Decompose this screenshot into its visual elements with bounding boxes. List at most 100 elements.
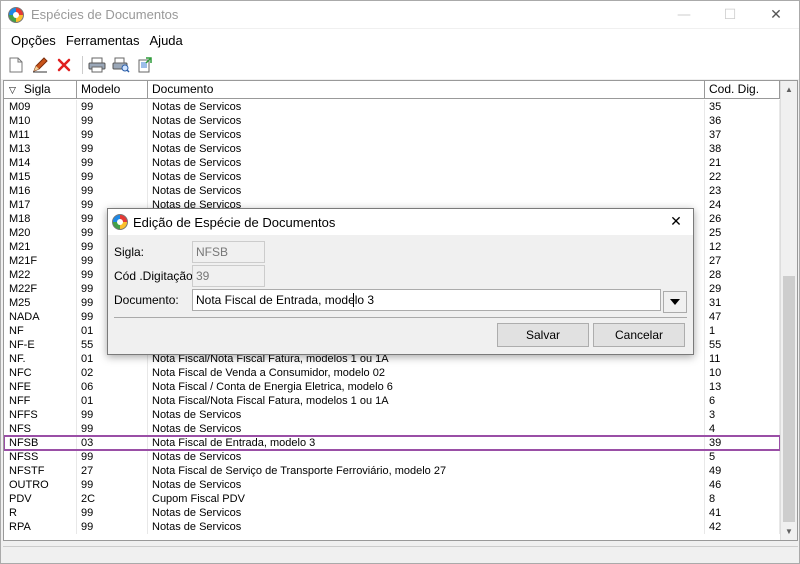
column-header-sigla[interactable]: ▽ Sigla (4, 81, 77, 99)
table-row[interactable]: NFFS 99 Notas de Servicos 3 (4, 408, 780, 422)
cell-sigla: R (4, 506, 77, 520)
toolbar (1, 51, 799, 79)
print-preview-icon[interactable] (111, 55, 131, 75)
title-bar: Espécies de Documentos — ☐ ✕ (1, 1, 799, 28)
cell-cod-dig: 46 (705, 478, 780, 492)
cell-documento: Notas de Servicos (148, 506, 705, 520)
cell-cod-dig: 23 (705, 184, 780, 198)
cell-modelo: 01 (77, 394, 148, 408)
cell-modelo: 99 (77, 478, 148, 492)
cell-cod-dig: 5 (705, 450, 780, 464)
table-row[interactable]: M10 99 Notas de Servicos 36 (4, 114, 780, 128)
table-row-selected[interactable]: NFSB 03 Nota Fiscal de Entrada, modelo 3 39 (4, 435, 781, 451)
scroll-down-icon[interactable]: ▼ (781, 523, 797, 540)
table-row[interactable]: M11 99 Notas de Servicos 37 (4, 128, 780, 142)
cell-modelo: 99 (77, 156, 148, 170)
cell-cod-dig: 29 (705, 282, 780, 296)
text-caret (353, 293, 354, 307)
table-row[interactable]: NFC 02 Nota Fiscal de Venda a Consumidor, … (4, 366, 780, 380)
table-row[interactable]: OUTRO 99 Notas de Servicos 46 (4, 478, 780, 492)
delete-x-icon[interactable] (54, 55, 74, 75)
table-row[interactable]: NFE 06 Nota Fiscal / Conta de Energia Elet… (4, 380, 780, 394)
print-icon[interactable] (87, 55, 107, 75)
maximize-button[interactable]: ☐ (707, 1, 753, 28)
column-header-cod-dig[interactable]: Cod. Dig. (705, 81, 780, 99)
cell-sigla: NF. (4, 352, 77, 366)
cell-sigla: M20 (4, 226, 77, 240)
cell-modelo: 99 (77, 520, 148, 534)
grid-header: ▽ Sigla Modelo Documento Cod. Dig. (4, 81, 780, 99)
table-row[interactable]: M14 99 Notas de Servicos 21 (4, 156, 780, 170)
cell-sigla: M11 (4, 128, 77, 142)
new-document-icon[interactable] (6, 55, 26, 75)
cell-documento: Notas de Servicos (148, 184, 705, 198)
scrollbar-thumb[interactable] (783, 276, 795, 522)
salvar-button[interactable]: Salvar (497, 323, 589, 347)
toolbar-separator (82, 56, 83, 74)
edit-document-species-dialog: Edição de Espécie de Documentos ✕ Sigla:… (107, 208, 694, 355)
cod-digitacao-field[interactable]: 39 (192, 265, 265, 287)
sigla-label: Sigla: (114, 245, 145, 259)
table-row[interactable]: M09 99 Notas de Servicos 35 (4, 100, 780, 114)
cell-cod-dig: 47 (705, 310, 780, 324)
edit-pencil-icon[interactable] (30, 55, 50, 75)
dialog-close-button[interactable]: ✕ (659, 209, 693, 235)
table-row[interactable]: R 99 Notas de Servicos 41 (4, 506, 780, 520)
table-row[interactable]: M15 99 Notas de Servicos 22 (4, 170, 780, 184)
documento-combo[interactable]: Nota Fiscal de Entrada, modelo 3 (192, 289, 661, 311)
cod-digitacao-label: Cód .Digitação: (114, 269, 197, 283)
cell-documento: Nota Fiscal / Conta de Energia Eletrica,… (148, 380, 705, 394)
table-row[interactable]: NFS 99 Notas de Servicos 4 (4, 422, 780, 436)
documento-dropdown-button[interactable] (663, 291, 687, 313)
cell-documento: Notas de Servicos (148, 520, 705, 534)
close-button[interactable]: ✕ (753, 1, 799, 28)
cell-sigla: M22F (4, 282, 77, 296)
sigla-field[interactable]: NFSB (192, 241, 265, 263)
cell-sigla: NFSS (4, 450, 77, 464)
cell-documento: Notas de Servicos (148, 156, 705, 170)
menu-ajuda[interactable]: Ajuda (144, 33, 187, 48)
cell-sigla: M14 (4, 156, 77, 170)
table-row[interactable]: M16 99 Notas de Servicos 23 (4, 184, 780, 198)
export-icon[interactable] (135, 55, 155, 75)
column-header-documento[interactable]: Documento (148, 81, 705, 99)
menu-bar: Opções Ferramentas Ajuda (1, 29, 799, 51)
cell-cod-dig: 3 (705, 408, 780, 422)
cell-sigla: M18 (4, 212, 77, 226)
cell-cod-dig: 35 (705, 100, 780, 114)
cell-documento: Notas de Servicos (148, 128, 705, 142)
cell-sigla: NFFS (4, 408, 77, 422)
cancelar-button[interactable]: Cancelar (593, 323, 685, 347)
cell-sigla: M21 (4, 240, 77, 254)
cell-cod-dig: 31 (705, 296, 780, 310)
column-header-modelo[interactable]: Modelo (77, 81, 148, 99)
table-row[interactable]: NFSTF 27 Nota Fiscal de Serviço de Transpo… (4, 464, 780, 478)
cell-sigla: NFSTF (4, 464, 77, 478)
cell-cod-dig: 10 (705, 366, 780, 380)
table-row[interactable]: RPA 99 Notas de Servicos 42 (4, 520, 780, 534)
table-row[interactable]: M13 99 Notas de Servicos 38 (4, 142, 780, 156)
cell-sigla: M17 (4, 198, 77, 212)
cell-modelo: 2C (77, 492, 148, 506)
cell-cod-dig: 42 (705, 520, 780, 534)
cell-cod-dig: 27 (705, 254, 780, 268)
table-row[interactable]: NFSS 99 Notas de Servicos 5 (4, 450, 780, 464)
cell-documento: Notas de Servicos (148, 170, 705, 184)
vertical-scrollbar[interactable]: ▲ ▼ (780, 81, 797, 540)
menu-opcoes[interactable]: Opções (5, 33, 60, 48)
cell-modelo: 99 (77, 184, 148, 198)
menu-ferramentas[interactable]: Ferramentas (60, 33, 144, 48)
cell-sigla: NFSB (4, 436, 77, 450)
scroll-up-icon[interactable]: ▲ (781, 81, 797, 98)
cell-sigla: M09 (4, 100, 77, 114)
cell-sigla: NFF (4, 394, 77, 408)
minimize-button[interactable]: — (661, 1, 707, 28)
table-row[interactable]: NFF 01 Nota Fiscal/Nota Fiscal Fatura, mod… (4, 394, 780, 408)
cell-modelo: 99 (77, 408, 148, 422)
cell-cod-dig: 55 (705, 338, 780, 352)
app-logo-icon (8, 6, 24, 23)
cell-modelo: 99 (77, 128, 148, 142)
sort-indicator-icon: ▽ (9, 86, 16, 96)
table-row[interactable]: PDV 2C Cupom Fiscal PDV 8 (4, 492, 780, 506)
cell-cod-dig: 25 (705, 226, 780, 240)
